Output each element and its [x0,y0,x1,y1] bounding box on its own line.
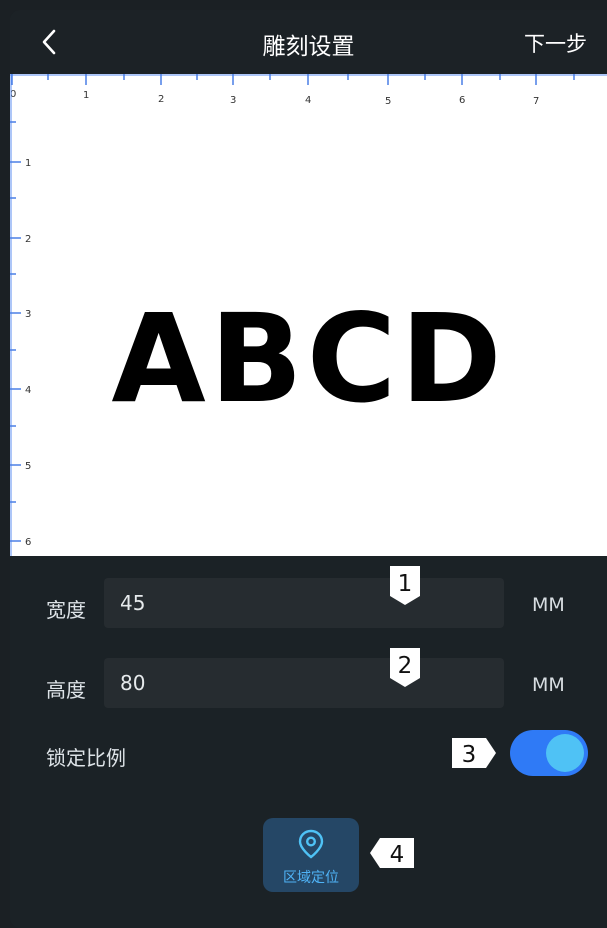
callout-number: 1 [398,571,413,597]
height-unit: MM [532,674,565,696]
width-unit: MM [532,594,565,616]
callout-number: 4 [390,842,405,868]
callout-number: 3 [462,742,477,768]
top-ruler: 0 1 2 3 4 5 6 7 [10,74,607,107]
area-position-button[interactable]: 区域定位 [263,818,359,892]
lock-ratio-label: 锁定比例 [46,746,126,770]
header-bar: 雕刻设置 下一步 [10,10,607,74]
width-input[interactable]: 45 [104,578,504,628]
ruler-left-label: 2 [25,234,31,245]
ruler-top-label: 3 [230,95,236,106]
location-pin-icon [298,829,324,859]
area-position-label: 区域定位 [283,870,339,886]
toggle-knob [546,734,584,772]
callout-marker-2: 2 [388,646,422,688]
app-frame: 雕刻设置 下一步 0 1 2 3 4 5 6 7 1 2 3 4 5 6 ABC… [10,10,607,928]
height-input[interactable]: 80 [104,658,504,708]
ruler-left-label: 5 [25,461,31,472]
next-step-button[interactable]: 下一步 [524,28,587,58]
settings-panel: 宽度 45 MM 高度 80 MM 锁定比例 区域定位 1 2 3 4 [10,556,607,928]
lock-ratio-toggle[interactable] [510,730,588,776]
callout-number: 2 [398,653,413,679]
ruler-top-label: 2 [158,94,164,105]
height-label: 高度 [46,678,86,702]
ruler-top-label: 1 [83,90,89,101]
ruler-top-label: 7 [533,96,539,107]
engraving-canvas[interactable]: 0 1 2 3 4 5 6 7 1 2 3 4 5 6 ABCD [10,74,607,556]
engraving-text-preview[interactable]: ABCD [10,298,607,420]
ruler-top-label: 5 [385,96,391,107]
width-label: 宽度 [46,598,86,622]
ruler-left-label: 6 [25,537,31,548]
ruler-top-label: 6 [459,95,465,106]
ruler-top-label: 4 [305,95,311,106]
ruler-left-label: 1 [25,158,31,169]
page-title: 雕刻设置 [262,34,355,60]
callout-marker-4: 4 [368,836,416,870]
callout-marker-1: 1 [388,564,422,606]
callout-marker-3: 3 [450,736,498,770]
